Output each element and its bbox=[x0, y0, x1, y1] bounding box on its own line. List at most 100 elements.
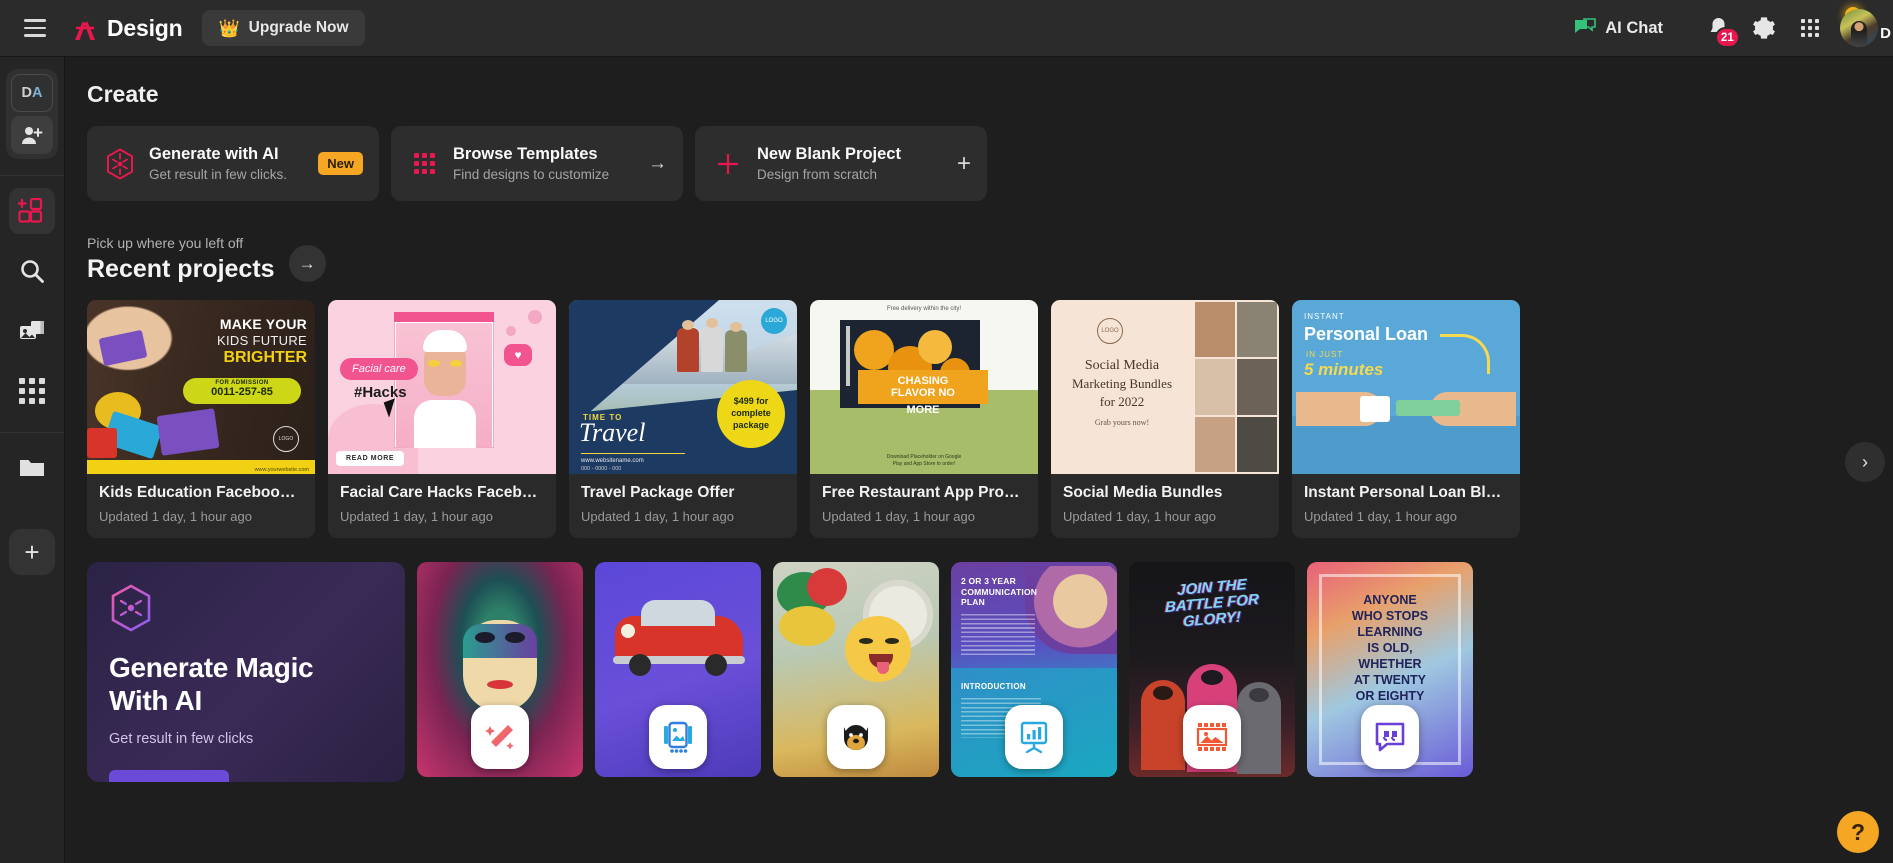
project-updated: Updated 1 day, 1 hour ago bbox=[99, 509, 252, 524]
tile-quote-2: WHO STOPS bbox=[1351, 609, 1429, 623]
tile-section-label: INTRODUCTION bbox=[961, 682, 1026, 691]
image-stack-icon bbox=[664, 721, 692, 753]
thumb-cta: READ MORE bbox=[336, 451, 405, 466]
apps-grid-icon bbox=[19, 378, 45, 404]
new-blank-project-subtitle: Design from scratch bbox=[757, 167, 878, 182]
sidebar-item-search[interactable] bbox=[9, 248, 55, 294]
thumb-offer-1: $499 for bbox=[733, 396, 769, 407]
thumb-footer-1: Download Placeholder on Google bbox=[886, 454, 962, 460]
sidebar-item-apps[interactable] bbox=[9, 368, 55, 414]
generate-with-ai-card[interactable]: Generate with AI Get result in few click… bbox=[87, 126, 379, 201]
notification-badge: 21 bbox=[1715, 27, 1740, 48]
browse-templates-subtitle: Find designs to customize bbox=[453, 167, 610, 182]
top-bar-actions: AI Chat 21 D bbox=[1564, 5, 1893, 51]
tile-quote-3: LEARNING bbox=[1357, 625, 1423, 639]
project-thumbnail: Facial care #Hacks ♥ READ MORE bbox=[328, 300, 556, 474]
upgrade-now-button[interactable]: 👑 Upgrade Now bbox=[202, 10, 365, 46]
sticker-tile[interactable] bbox=[773, 562, 939, 777]
generate-magic-promo-card[interactable]: Generate Magic With AI Get result in few… bbox=[87, 562, 405, 782]
generate-with-ai-right: New bbox=[318, 152, 363, 175]
new-blank-project-card[interactable]: New Blank Project Design from scratch + bbox=[695, 126, 987, 201]
project-card[interactable]: CHASING FLAVOR NO MORE Free delivery wit… bbox=[810, 300, 1038, 538]
chart-board-icon bbox=[1020, 721, 1048, 754]
upgrade-now-label: Upgrade Now bbox=[248, 19, 349, 36]
thumb-offer-2: complete bbox=[731, 408, 771, 419]
plus-icon bbox=[711, 152, 745, 176]
thumb-headline: Personal Loan bbox=[1304, 324, 1429, 344]
project-card[interactable]: INSTANT Personal Loan IN JUST 5 minutes … bbox=[1292, 300, 1520, 538]
plus-glyph-icon: + bbox=[956, 149, 971, 177]
project-thumbnail: MAKE YOUR KIDS FUTURE BRIGHTER FOR ADMIS… bbox=[87, 300, 315, 474]
hamburger-line bbox=[24, 26, 46, 30]
new-blank-project-title: New Blank Project bbox=[757, 145, 901, 163]
notifications-button[interactable]: 21 bbox=[1695, 5, 1741, 51]
help-button[interactable]: ? bbox=[1837, 811, 1879, 853]
project-meta: Facial Care Hacks Faceb… Updated 1 day, … bbox=[328, 474, 556, 538]
sidebar-item-add[interactable]: + bbox=[9, 529, 55, 575]
thumb-sub-1: IN JUST bbox=[1306, 350, 1344, 359]
thumb-line-3: BRIGHTER bbox=[223, 349, 307, 366]
thumb-line-3: for 2022 bbox=[1099, 394, 1145, 409]
quote-tile[interactable]: ANYONE WHO STOPS LEARNING IS OLD, WHETHE… bbox=[1307, 562, 1473, 777]
promo-title-line-1: Generate Magic bbox=[109, 652, 314, 683]
thumb-line-1: CHASING bbox=[897, 374, 949, 387]
main-content: Create Generate with AI Get result in fe… bbox=[65, 57, 1893, 863]
project-card[interactable]: LOGO Social Media Marketing Bundles for … bbox=[1051, 300, 1279, 538]
thumb-phone: 000 - 0000 - 000 bbox=[581, 466, 622, 472]
grid-icon bbox=[1801, 19, 1819, 37]
recent-projects-header: Pick up where you left off Recent projec… bbox=[87, 235, 1893, 284]
generate-with-ai-title: Generate with AI bbox=[149, 145, 279, 163]
project-thumbnail: INSTANT Personal Loan IN JUST 5 minutes bbox=[1292, 300, 1520, 474]
browse-templates-title: Browse Templates bbox=[453, 145, 598, 163]
poster-tile[interactable]: JOIN THE BATTLE FOR GLORY! bbox=[1129, 562, 1295, 777]
tile-quote-1: ANYONE bbox=[1363, 593, 1417, 607]
browse-templates-card[interactable]: Browse Templates Find designs to customi… bbox=[391, 126, 683, 201]
thumb-url: www.yourwebsite.com bbox=[254, 467, 309, 473]
avatar bbox=[1840, 9, 1878, 47]
sidebar-item-media[interactable] bbox=[9, 308, 55, 354]
promo-cta-button[interactable] bbox=[109, 770, 229, 782]
hamburger-menu-icon[interactable] bbox=[14, 7, 56, 49]
tile-title-3: PLAN bbox=[961, 597, 985, 608]
brand[interactable]: Design bbox=[72, 14, 183, 42]
project-updated: Updated 1 day, 1 hour ago bbox=[340, 509, 493, 524]
project-card[interactable]: LOGO TIME TO Travel www.websitename.com … bbox=[569, 300, 797, 538]
workspace-initials-button[interactable]: DA bbox=[11, 74, 53, 112]
thumb-sub-2: 5 minutes bbox=[1304, 360, 1384, 379]
promo-subtitle: Get result in few clicks bbox=[109, 731, 254, 748]
magic-edit-tile[interactable] bbox=[417, 562, 583, 777]
user-avatar-button[interactable]: D bbox=[1833, 5, 1891, 51]
image-stack-badge bbox=[649, 705, 707, 769]
thumb-logo: LOGO bbox=[761, 308, 787, 334]
quote-badge bbox=[1361, 705, 1419, 769]
browse-templates-right: → bbox=[648, 153, 667, 175]
project-updated: Updated 1 day, 1 hour ago bbox=[822, 509, 975, 524]
recent-projects-next-button[interactable]: › bbox=[1845, 442, 1885, 482]
thumb-line-2: Marketing Bundles bbox=[1071, 376, 1172, 391]
project-name: Free Restaurant App Pro… bbox=[822, 484, 1020, 501]
tile-quote-4: IS OLD, bbox=[1367, 641, 1413, 655]
thumb-line-1: Social Media bbox=[1084, 358, 1160, 373]
sidebar-item-folder[interactable] bbox=[9, 445, 55, 491]
ai-chat-button[interactable]: AI Chat bbox=[1564, 12, 1673, 44]
settings-button[interactable] bbox=[1741, 5, 1787, 51]
image-frame-icon bbox=[1196, 723, 1228, 751]
promo-row: Generate Magic With AI Get result in few… bbox=[87, 562, 1893, 782]
app-logo-icon bbox=[75, 16, 95, 40]
sidebar-item-add-person[interactable] bbox=[11, 116, 53, 154]
thumb-line-1: MAKE YOUR bbox=[219, 316, 307, 332]
promo-title-line-2: With AI bbox=[109, 685, 203, 717]
project-card[interactable]: MAKE YOUR KIDS FUTURE BRIGHTER FOR ADMIS… bbox=[87, 300, 315, 538]
hamburger-line bbox=[24, 34, 46, 37]
sidebar-item-add-element[interactable] bbox=[9, 188, 55, 234]
project-card[interactable]: Facial care #Hacks ♥ READ MORE Facial Ca… bbox=[328, 300, 556, 538]
recent-projects-see-all-button[interactable]: → bbox=[288, 245, 326, 282]
thumb-cta: Grab yours now! bbox=[1094, 418, 1150, 427]
magic-wand-icon bbox=[485, 725, 514, 750]
photo-collage-tile[interactable] bbox=[595, 562, 761, 777]
presentation-tile[interactable]: 2 OR 3 YEAR COMMUNICATION PLAN INTRODUCT… bbox=[951, 562, 1117, 777]
thumb-line-2: FLAVOR NO bbox=[891, 387, 955, 399]
divider bbox=[0, 432, 64, 433]
avatar-letter: D bbox=[1880, 25, 1891, 42]
apps-grid-button[interactable] bbox=[1787, 5, 1833, 51]
